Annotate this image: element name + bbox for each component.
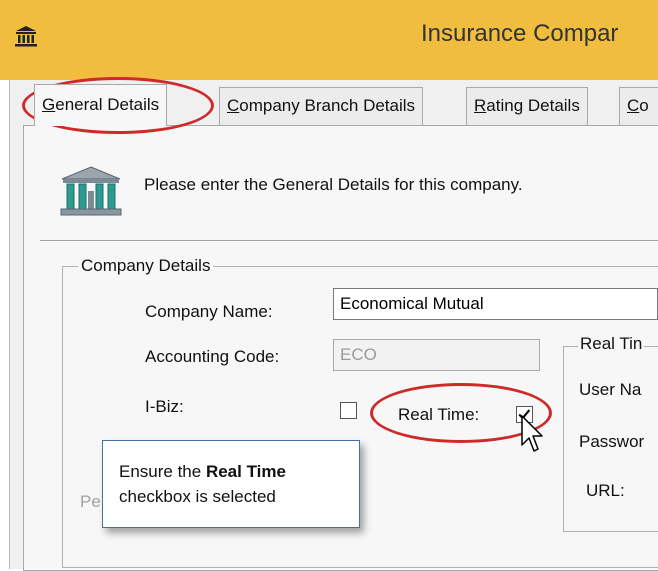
- window-title: Insurance Compar: [421, 20, 619, 47]
- callout-text: Ensure the Real Time checkbox is selected: [119, 462, 286, 506]
- url-label: URL:: [586, 481, 625, 500]
- mouse-pointer-icon: [521, 415, 543, 452]
- callout-box: Ensure the Real Time checkbox is selected: [102, 440, 360, 528]
- tab-rating-details[interactable]: Rating Details: [466, 87, 588, 125]
- real-time-group-title: Real Tin: [578, 334, 645, 354]
- header-instruction: Please enter the General Details for thi…: [144, 175, 523, 194]
- password-label: Passwor: [579, 432, 645, 451]
- bank-building-icon: [60, 166, 122, 216]
- title-bar: Insurance Compar: [0, 0, 658, 80]
- company-name-field[interactable]: Economical Mutual: [333, 288, 658, 320]
- partial-label: Pe: [80, 492, 101, 511]
- tab-company-branch-details[interactable]: Company Branch Details: [219, 87, 424, 125]
- company-details-title: Company Details: [78, 256, 214, 276]
- user-name-label: User Na: [579, 380, 642, 399]
- ibiz-checkbox[interactable]: [340, 402, 357, 419]
- tab-general-details[interactable]: General Details: [34, 84, 168, 126]
- separator: [40, 240, 658, 242]
- tab-co[interactable]: Co: [619, 87, 658, 125]
- accounting-code-label: Accounting Code:: [145, 347, 280, 366]
- company-name-label: Company Name:: [145, 302, 273, 321]
- ibiz-label: I-Biz:: [145, 397, 184, 416]
- bank-building-icon: [15, 26, 37, 47]
- accounting-code-field[interactable]: ECO: [333, 339, 540, 371]
